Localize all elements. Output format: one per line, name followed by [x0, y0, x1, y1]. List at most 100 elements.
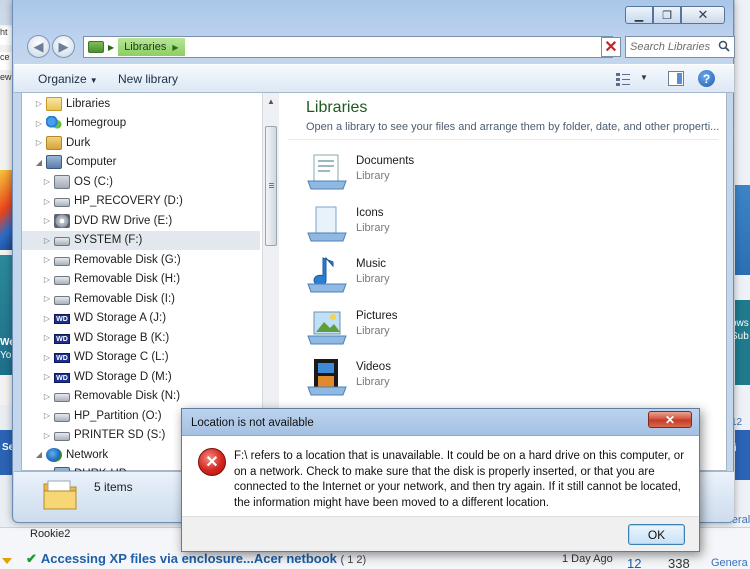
- expand-arrow-icon[interactable]: ▷: [34, 138, 44, 147]
- expand-arrow-icon[interactable]: ▷: [42, 431, 52, 440]
- tree-item[interactable]: ▷ DVD RW Drive (E:): [22, 211, 260, 230]
- removable-disk-icon: [54, 256, 70, 266]
- expand-arrow-icon[interactable]: ▷: [42, 353, 52, 362]
- tree-item[interactable]: ▷ WD WD Storage B (K:): [22, 328, 260, 347]
- tree-item[interactable]: ▷ WD WD Storage D (M:): [22, 367, 260, 386]
- thread-replies[interactable]: 12: [627, 556, 641, 569]
- error-icon: ✕: [198, 448, 226, 476]
- library-item[interactable]: Icons Library: [306, 203, 606, 247]
- preview-pane-icon[interactable]: [668, 71, 684, 86]
- breadcrumb-arrow-icon[interactable]: ▶: [172, 43, 178, 52]
- tree-item-label: Libraries: [66, 97, 111, 110]
- scrollbar-thumb[interactable]: [265, 126, 277, 246]
- thread-views: 338: [668, 556, 690, 569]
- expand-arrow-icon[interactable]: ▷: [42, 236, 52, 245]
- library-item[interactable]: Documents Library: [306, 151, 606, 195]
- organize-button[interactable]: Organize ▼: [38, 72, 98, 86]
- expand-arrow-icon[interactable]: ▷: [42, 411, 52, 420]
- search-icon[interactable]: [718, 40, 730, 52]
- tree-item[interactable]: ◢ Computer: [22, 153, 260, 172]
- breadcrumb-arrow-icon[interactable]: ▶: [108, 43, 114, 52]
- tree-item[interactable]: ▷ Durk: [22, 133, 260, 152]
- caption-buttons: ▁ ❐ ✕: [625, 6, 725, 24]
- expand-arrow-icon[interactable]: ▷: [42, 216, 52, 225]
- folder-icon: [46, 96, 62, 111]
- thread-title-link[interactable]: ✔ Accessing XP files via enclosure...Acer…: [26, 551, 366, 567]
- scroll-up-icon[interactable]: ▲: [267, 97, 275, 106]
- view-options-chevron-icon[interactable]: ▼: [640, 73, 648, 82]
- expand-arrow-icon[interactable]: ▷: [42, 255, 52, 264]
- tree-item-label: SYSTEM (F:): [74, 234, 143, 246]
- expand-arrow-icon[interactable]: ▷: [42, 333, 52, 342]
- collapse-arrow-icon[interactable]: ◢: [34, 158, 44, 167]
- minimize-icon: ▁: [634, 9, 644, 22]
- wd-drive-icon: WD: [54, 372, 70, 383]
- wd-drive-icon: WD: [54, 353, 70, 363]
- expand-arrow-icon[interactable]: ▷: [42, 314, 52, 323]
- library-name: Music: [356, 258, 387, 270]
- collapse-arrow-icon[interactable]: ◢: [34, 450, 44, 459]
- library-type: Library: [356, 376, 390, 388]
- ok-button[interactable]: OK: [628, 524, 685, 545]
- new-library-button[interactable]: New library: [118, 72, 178, 86]
- library-item[interactable]: Music Library: [306, 254, 606, 298]
- help-icon[interactable]: ?: [698, 70, 715, 87]
- pictures-library-icon: [307, 311, 347, 344]
- removable-disk-icon: [54, 393, 70, 402]
- right-section-bar: [735, 430, 750, 480]
- location-error-dialog: Location is not available ✕ ✕ F:\ refers…: [181, 408, 700, 552]
- tree-item[interactable]: ▷ Removable Disk (G:): [22, 250, 260, 269]
- thread-pages[interactable]: ( 1 2): [341, 554, 367, 566]
- tree-item[interactable]: ▷ HP_RECOVERY (D:): [22, 192, 260, 211]
- library-item[interactable]: Videos Library: [306, 357, 606, 401]
- breadcrumb-libraries[interactable]: Libraries ▶: [118, 38, 185, 56]
- tree-item[interactable]: ▷ Libraries: [22, 94, 260, 113]
- divider: [288, 139, 718, 140]
- tree-item[interactable]: ▷ WD WD Storage A (J:): [22, 309, 260, 328]
- expand-arrow-icon[interactable]: ▷: [34, 119, 44, 128]
- dialog-close-button[interactable]: ✕: [648, 411, 692, 428]
- tree-item-label: HP_RECOVERY (D:): [74, 195, 183, 207]
- thread-username[interactable]: Rookie2: [30, 528, 70, 540]
- minimize-button[interactable]: ▁: [625, 6, 653, 24]
- drive-icon: [54, 237, 70, 246]
- tree-item-label: OS (C:): [74, 175, 113, 188]
- close-window-button[interactable]: ✕: [681, 6, 725, 24]
- search-input[interactable]: Search Libraries: [625, 36, 735, 58]
- address-bar[interactable]: ▶ Libraries ▶ ▼: [83, 36, 613, 58]
- change-view-icon[interactable]: [616, 72, 630, 86]
- drive-icon: [54, 198, 70, 207]
- tree-item-label: Computer: [66, 156, 117, 168]
- dialog-title-bar[interactable]: Location is not available ✕: [182, 409, 699, 436]
- wd-drive-icon: WD: [54, 333, 70, 344]
- tree-item[interactable]: ▷ SYSTEM (F:): [22, 230, 260, 250]
- grip-icon: [269, 183, 274, 184]
- expand-arrow-icon[interactable]: ▷: [42, 294, 52, 303]
- tree-item[interactable]: ▷ Removable Disk (I:): [22, 289, 260, 308]
- forum-label-bottom[interactable]: Genera: [711, 557, 748, 569]
- maximize-button[interactable]: ❐: [653, 6, 681, 24]
- expand-arrow-icon[interactable]: ▷: [42, 372, 52, 381]
- expand-arrow-icon[interactable]: ▷: [42, 177, 52, 186]
- tree-item[interactable]: ▷ Removable Disk (N:): [22, 387, 260, 406]
- thread-title[interactable]: Accessing XP files via enclosure...Acer …: [41, 551, 337, 566]
- forward-button[interactable]: ▶: [52, 35, 75, 58]
- checkmark-icon: ✔: [26, 551, 37, 566]
- library-type: Library: [356, 221, 390, 234]
- expand-arrow-icon[interactable]: ▷: [42, 275, 52, 284]
- tree-item[interactable]: ▷ OS (C:): [22, 172, 260, 191]
- back-button[interactable]: ◀: [27, 35, 50, 58]
- expand-arrow-icon[interactable]: ▷: [42, 392, 52, 401]
- expand-arrow-icon[interactable]: ▷: [42, 197, 52, 206]
- expand-arrow-icon[interactable]: ▷: [34, 99, 44, 108]
- tree-item[interactable]: ▷ Removable Disk (H:): [22, 270, 260, 289]
- right-banner-fragment-2: [735, 300, 750, 385]
- tree-item[interactable]: ▷ WD WD Storage C (L:): [22, 348, 260, 367]
- library-item[interactable]: Pictures Library: [306, 306, 606, 350]
- library-type: Library: [356, 324, 390, 337]
- stop-button[interactable]: ✕: [601, 37, 621, 57]
- dialog-message: F:\ refers to a location that is unavail…: [234, 450, 685, 509]
- navigation-bar: ◀ ▶ ▶ Libraries ▶ ▼ ✕ Search Libraries: [21, 34, 735, 60]
- tree-item[interactable]: ▷ Homegroup: [22, 114, 260, 133]
- tree-item-label: Durk: [66, 136, 91, 149]
